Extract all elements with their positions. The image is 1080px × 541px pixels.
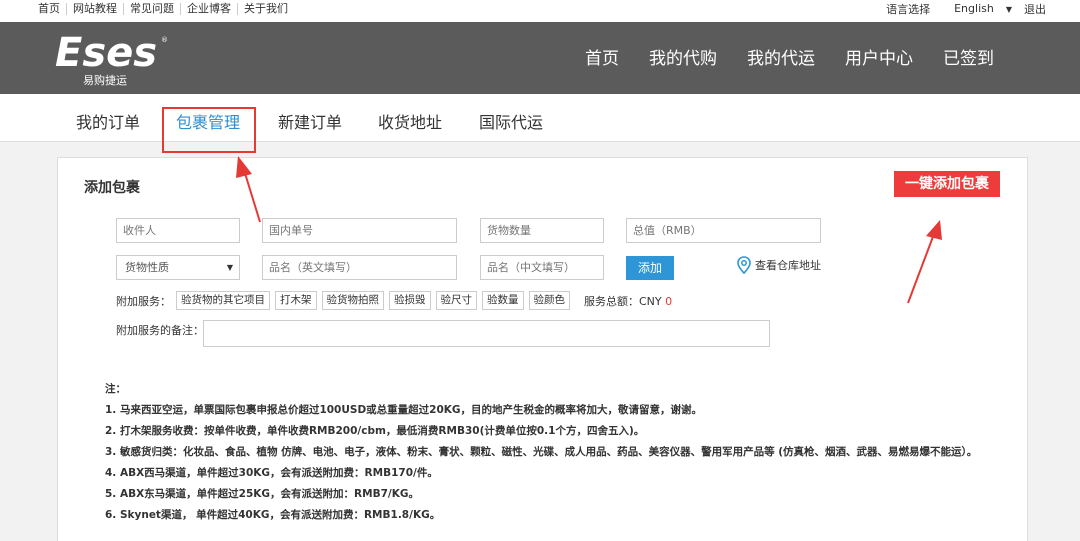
- nav-item-home[interactable]: 首页: [585, 44, 619, 69]
- remark-input[interactable]: [203, 320, 770, 347]
- language-select[interactable]: English ▼: [942, 3, 1012, 16]
- extra-services-row: 附加服务： 验货物的其它项目 打木架 验货物拍照 验损毁 验尺寸 验数量 验颜色…: [116, 291, 672, 310]
- nav-item-purchase[interactable]: 我的代购: [649, 44, 717, 69]
- tab-shipping-address[interactable]: 收货地址: [378, 109, 442, 133]
- panel-title: 添加包裹: [84, 180, 140, 196]
- top-link-faq[interactable]: 常见问题: [123, 3, 180, 15]
- quantity-input[interactable]: [480, 218, 604, 243]
- logo-mark-icon: Eses ®: [55, 30, 168, 74]
- product-name-en-input[interactable]: [262, 255, 457, 280]
- top-link-blog[interactable]: 企业博客: [180, 3, 237, 15]
- note-item: 1. 马来西亚空运，单票国际包裹申报总价超过100USD或总重量超过20KG，目…: [105, 404, 703, 416]
- service-damage-check[interactable]: 验损毁: [389, 291, 431, 310]
- logo-wordmark: Eses: [55, 30, 157, 74]
- logo-tagline: 易购捷运: [83, 74, 127, 87]
- note-item: 4. ABX西马渠道，单件超过30KG，会有派送附加费：RMB170/件。: [105, 467, 438, 479]
- service-color-check[interactable]: 验颜色: [528, 291, 570, 310]
- nav-item-user-center[interactable]: 用户中心: [845, 44, 913, 69]
- service-other-inspection[interactable]: 验货物的其它项目: [176, 291, 270, 310]
- top-links: 首页 网站教程 常见问题 企业博客 关于我们: [38, 3, 294, 15]
- goods-nature-select[interactable]: 货物性质 ▼: [116, 255, 240, 280]
- services-total-label: 服务总额：CNY: [584, 294, 662, 308]
- top-right-controls: 语言选择 English ▼ 退出: [874, 3, 1046, 16]
- total-value-input[interactable]: [626, 218, 821, 243]
- logo[interactable]: Eses ® 易购捷运: [55, 28, 175, 88]
- add-button[interactable]: 添加: [626, 256, 674, 280]
- domestic-tracking-input[interactable]: [262, 218, 457, 243]
- product-name-cn-input[interactable]: [480, 255, 604, 280]
- services-total: 服务总额：CNY 0: [584, 293, 672, 309]
- site-header: Eses ® 易购捷运 首页 我的代购 我的代运 用户中心 已签到: [0, 22, 1080, 94]
- service-size-check[interactable]: 验尺寸: [435, 291, 477, 310]
- service-quantity-check[interactable]: 验数量: [482, 291, 524, 310]
- nav-item-signed-in[interactable]: 已签到: [943, 44, 994, 69]
- service-photo[interactable]: 验货物拍照: [321, 291, 384, 310]
- language-label: 语言选择: [886, 2, 931, 16]
- chevron-down-icon: ▼: [1005, 5, 1012, 14]
- view-warehouse-link[interactable]: 查看仓库地址: [737, 256, 821, 274]
- quick-add-package-button[interactable]: 一键添加包裹: [894, 171, 1000, 197]
- notes-section: 注： 1. 马来西亚空运，单票国际包裹申报总价超过100USD或总重量超过20K…: [105, 379, 985, 526]
- tab-international-shipping[interactable]: 国际代运: [479, 109, 543, 133]
- goods-nature-value: 货物性质: [125, 261, 169, 274]
- logout-link[interactable]: 退出: [1024, 3, 1046, 16]
- note-item: 5. ABX东马渠道，单件超过25KG，会有派送附加：RMB7/KG。: [105, 488, 419, 500]
- services-label: 附加服务：: [116, 294, 171, 308]
- remark-label: 附加服务的备注：: [116, 324, 204, 337]
- nav-item-shipping[interactable]: 我的代运: [747, 44, 815, 69]
- top-utility-bar: 首页 网站教程 常见问题 企业博客 关于我们 语言选择 English ▼ 退出: [0, 0, 1080, 22]
- active-tab-highlight: [162, 107, 256, 153]
- chevron-down-icon: ▼: [226, 263, 233, 272]
- notes-title: 注：: [105, 383, 126, 395]
- note-item: 2. 打木架服务收费：按单件收费，单件收费RMB200/cbm，最低消费RMB3…: [105, 425, 645, 437]
- location-pin-icon: [737, 256, 751, 274]
- note-item: 6. Skynet渠道， 单件超过40KG，会有派送附加费：RMB1.8/KG。: [105, 509, 441, 521]
- svg-text:®: ®: [161, 36, 168, 44]
- language-value: English: [954, 2, 994, 15]
- recipient-input[interactable]: [116, 218, 240, 243]
- top-link-about[interactable]: 关于我们: [237, 3, 294, 15]
- top-link-tutorial[interactable]: 网站教程: [66, 3, 123, 15]
- services-total-value: 0: [665, 294, 673, 308]
- view-warehouse-label: 查看仓库地址: [755, 259, 821, 272]
- top-link-home[interactable]: 首页: [38, 3, 66, 15]
- tab-new-order[interactable]: 新建订单: [278, 109, 342, 133]
- tab-my-orders[interactable]: 我的订单: [76, 109, 140, 133]
- main-nav: 首页 我的代购 我的代运 用户中心 已签到: [555, 44, 994, 69]
- note-item: 3. 敏感货归类：化妆品、食品、植物 仿牌、电池、电子，液体、粉末、膏状、颗粒、…: [105, 446, 978, 458]
- service-wooden-crate[interactable]: 打木架: [275, 291, 317, 310]
